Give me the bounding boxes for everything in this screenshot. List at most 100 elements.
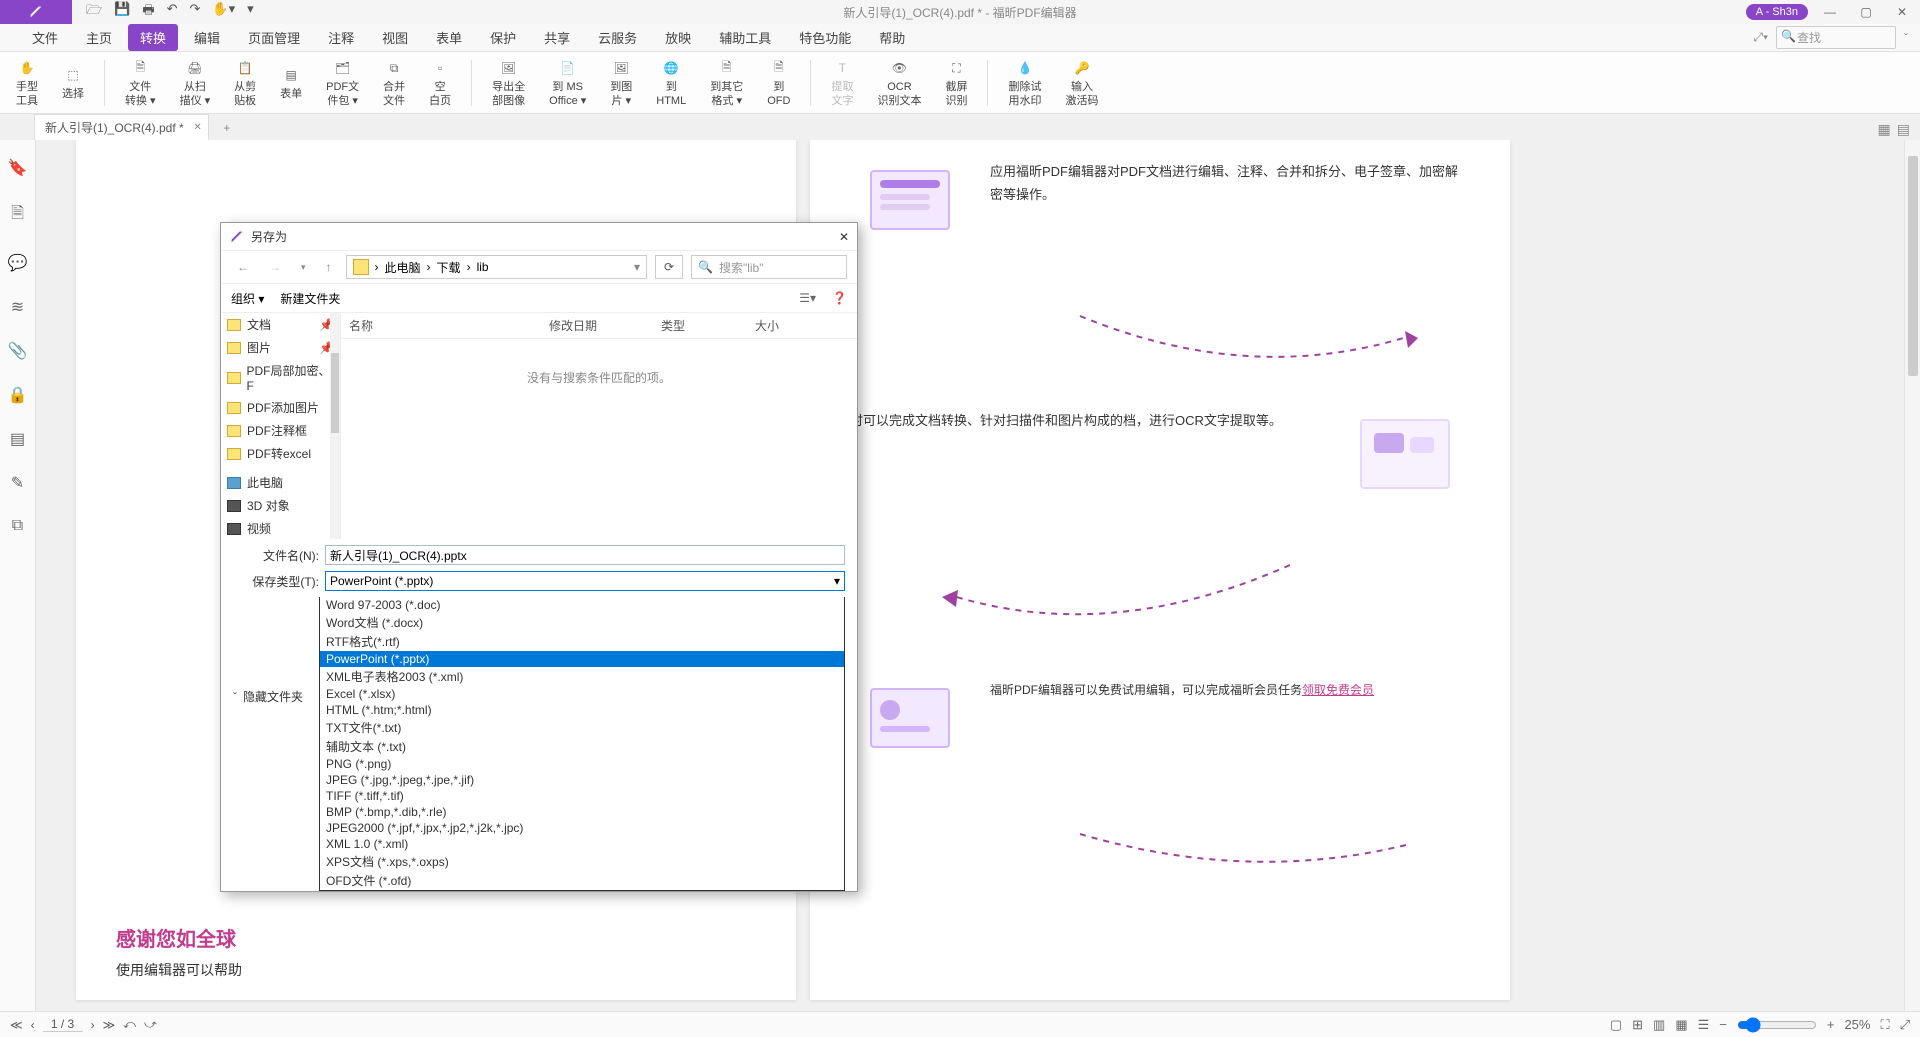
to-other-button[interactable]: 🗎到其它 格式 ▾ bbox=[702, 55, 751, 109]
col-date[interactable]: 修改日期 bbox=[541, 313, 653, 338]
to-ofd-button[interactable]: 🗎到 OFD bbox=[759, 55, 798, 109]
fit-icon[interactable]: ⛶ bbox=[1880, 1017, 1889, 1033]
panel-icon[interactable]: ⧉ bbox=[12, 517, 23, 535]
menu-cloud[interactable]: 云服务 bbox=[586, 24, 649, 51]
to-html-button[interactable]: 🌐到 HTML bbox=[648, 55, 694, 109]
zoom-slider[interactable] bbox=[1737, 1017, 1817, 1033]
hand-tool-button[interactable]: ✋手型 工具 bbox=[8, 55, 46, 109]
more-icon[interactable]: ▾ bbox=[247, 1, 254, 23]
zoom-level[interactable]: 25% bbox=[1844, 1017, 1870, 1032]
from-clipboard-button[interactable]: 📋从剪 贴板 bbox=[226, 55, 264, 109]
attachment-icon[interactable]: 📎 bbox=[8, 341, 28, 361]
undo-icon[interactable]: ↶ bbox=[167, 1, 178, 23]
next-page-button[interactable]: › bbox=[91, 1018, 95, 1032]
format-option[interactable]: Word 97-2003 (*.doc) bbox=[320, 597, 844, 613]
select-button[interactable]: ⬚选择 bbox=[54, 62, 92, 103]
menu-search-input[interactable]: 🔍 查找 bbox=[1776, 26, 1896, 49]
close-button[interactable]: ✕ bbox=[1888, 2, 1916, 22]
blank-page-button[interactable]: ▫空 白页 bbox=[421, 55, 459, 109]
format-option[interactable]: PNG (*.png) bbox=[320, 756, 844, 772]
remove-watermark-button[interactable]: 💧删除试 用水印 bbox=[1000, 55, 1049, 109]
col-size[interactable]: 大小 bbox=[747, 313, 807, 338]
pdf-package-button[interactable]: 🗂PDF文 件包 ▾ bbox=[318, 55, 367, 109]
tab-close-icon[interactable]: ✕ bbox=[193, 122, 201, 133]
menu-edit[interactable]: 编辑 bbox=[182, 24, 232, 51]
format-option[interactable]: RTF格式(*.rtf) bbox=[320, 632, 844, 651]
hide-folders-chevron-icon[interactable]: ˇ bbox=[233, 690, 237, 704]
maximize-button[interactable]: ▢ bbox=[1852, 2, 1880, 22]
tree-item[interactable]: PDF注释框 bbox=[221, 419, 340, 442]
col-type[interactable]: 类型 bbox=[653, 313, 747, 338]
bookmark-icon[interactable]: 🔖 bbox=[8, 158, 28, 178]
prev-page-button[interactable]: ‹ bbox=[31, 1018, 35, 1032]
dialog-search-input[interactable]: 🔍 搜索"lib" bbox=[691, 255, 847, 279]
redo-icon[interactable]: ↷ bbox=[190, 1, 201, 23]
folder-tree[interactable]: 文档📌 图片📌 PDF局部加密、F PDF添加图片 PDF注释框 PDF转exc… bbox=[221, 313, 341, 539]
refresh-button[interactable]: ⟳ bbox=[655, 255, 683, 279]
breadcrumb-dropdown-icon[interactable]: ▾ bbox=[634, 260, 640, 274]
format-option-selected[interactable]: PowerPoint (*.pptx) bbox=[320, 651, 844, 667]
extract-text-button[interactable]: T提取 文字 bbox=[823, 55, 861, 109]
add-tab-button[interactable]: + bbox=[217, 118, 237, 138]
format-option[interactable]: XML电子表格2003 (*.xml) bbox=[320, 667, 844, 686]
open-icon[interactable]: 🗁 bbox=[86, 1, 102, 23]
new-folder-button[interactable]: 新建文件夹 bbox=[280, 290, 340, 307]
screenshot-ocr-button[interactable]: ⛶截屏 识别 bbox=[937, 55, 975, 109]
menu-collapse-icon[interactable]: ⤢▾ bbox=[1753, 30, 1768, 45]
help-button[interactable]: ❓ bbox=[832, 291, 847, 305]
view-mode-5-icon[interactable]: ☰ bbox=[1698, 1017, 1710, 1033]
menu-help[interactable]: 帮助 bbox=[867, 24, 917, 51]
scroll-thumb[interactable] bbox=[1908, 156, 1918, 376]
comments-icon[interactable]: 💬 bbox=[8, 253, 28, 273]
menu-annotate[interactable]: 注释 bbox=[316, 24, 366, 51]
view-mode-1-icon[interactable]: ▢ bbox=[1610, 1017, 1622, 1033]
tree-item[interactable]: PDF转excel bbox=[221, 442, 340, 465]
nav-back-button[interactable]: ← bbox=[231, 258, 255, 276]
menu-file[interactable]: 文件 bbox=[20, 24, 70, 51]
signature-icon[interactable]: ✎ bbox=[11, 473, 24, 493]
organize-button[interactable]: 组织 ▾ bbox=[231, 290, 264, 307]
tree-item[interactable]: PDF添加图片 bbox=[221, 396, 340, 419]
to-office-button[interactable]: 📄到 MS Office ▾ bbox=[541, 55, 594, 109]
file-convert-button[interactable]: 🗎文件 转换 ▾ bbox=[117, 55, 164, 109]
user-badge[interactable]: A - Sh3n bbox=[1746, 4, 1808, 20]
hand-icon[interactable]: ✋▾ bbox=[212, 1, 235, 23]
menu-home[interactable]: 主页 bbox=[74, 24, 124, 51]
dialog-close-button[interactable]: ✕ bbox=[839, 230, 849, 244]
security-icon[interactable]: 🔒 bbox=[8, 385, 28, 405]
format-option[interactable]: HTML (*.htm;*.html) bbox=[320, 702, 844, 718]
tree-item-thispc[interactable]: 此电脑 bbox=[221, 471, 340, 494]
format-option[interactable]: OFD文件 (*.ofd) bbox=[320, 871, 844, 890]
to-image-button[interactable]: 🖼到图 片 ▾ bbox=[602, 55, 640, 109]
format-option[interactable]: BMP (*.bmp,*.dib,*.rle) bbox=[320, 804, 844, 820]
tree-item[interactable]: PDF局部加密、F bbox=[221, 359, 340, 396]
view-grid-icon[interactable]: ▦ bbox=[1878, 121, 1891, 138]
breadcrumb-a[interactable]: 下载 bbox=[437, 259, 461, 276]
history-forward-button[interactable]: ⤻ bbox=[144, 1017, 157, 1032]
filetype-dropdown[interactable]: PowerPoint (*.pptx)▾ bbox=[325, 571, 845, 591]
format-option[interactable]: TXT文件(*.txt) bbox=[320, 718, 844, 737]
menu-convert[interactable]: 转换 bbox=[128, 24, 178, 51]
menu-assist[interactable]: 辅助工具 bbox=[707, 24, 783, 51]
format-option[interactable]: Word文档 (*.docx) bbox=[320, 613, 844, 632]
view-mode-3-icon[interactable]: ▥ bbox=[1653, 1017, 1665, 1033]
free-member-link[interactable]: 领取免费会员 bbox=[1302, 683, 1374, 697]
breadcrumb-b[interactable]: lib bbox=[477, 260, 489, 274]
menu-present[interactable]: 放映 bbox=[653, 24, 703, 51]
tree-item[interactable]: 文档📌 bbox=[221, 313, 340, 336]
file-list[interactable]: 名称 修改日期 类型 大小 没有与搜索条件匹配的项。 bbox=[341, 313, 857, 539]
vertical-scrollbar[interactable] bbox=[1904, 140, 1920, 1011]
menu-form[interactable]: 表单 bbox=[424, 24, 474, 51]
history-back-button[interactable]: ⤺ bbox=[123, 1017, 136, 1032]
format-option[interactable]: Excel (*.xlsx) bbox=[320, 686, 844, 702]
merge-button[interactable]: ⧉合并 文件 bbox=[375, 55, 413, 109]
menu-view[interactable]: 视图 bbox=[370, 24, 420, 51]
last-page-button[interactable]: ≫ bbox=[103, 1018, 116, 1032]
format-option[interactable]: JPEG2000 (*.jpf,*.jpx,*.jp2,*.j2k,*.jpc) bbox=[320, 820, 844, 836]
first-page-button[interactable]: ≪ bbox=[10, 1018, 23, 1032]
view-options-button[interactable]: ☰▾ bbox=[799, 291, 816, 305]
list-icon[interactable]: ▤ bbox=[10, 429, 25, 449]
tree-item[interactable]: 图片📌 bbox=[221, 336, 340, 359]
filename-input[interactable] bbox=[325, 545, 845, 565]
view-mode-4-icon[interactable]: ▦ bbox=[1675, 1017, 1687, 1033]
